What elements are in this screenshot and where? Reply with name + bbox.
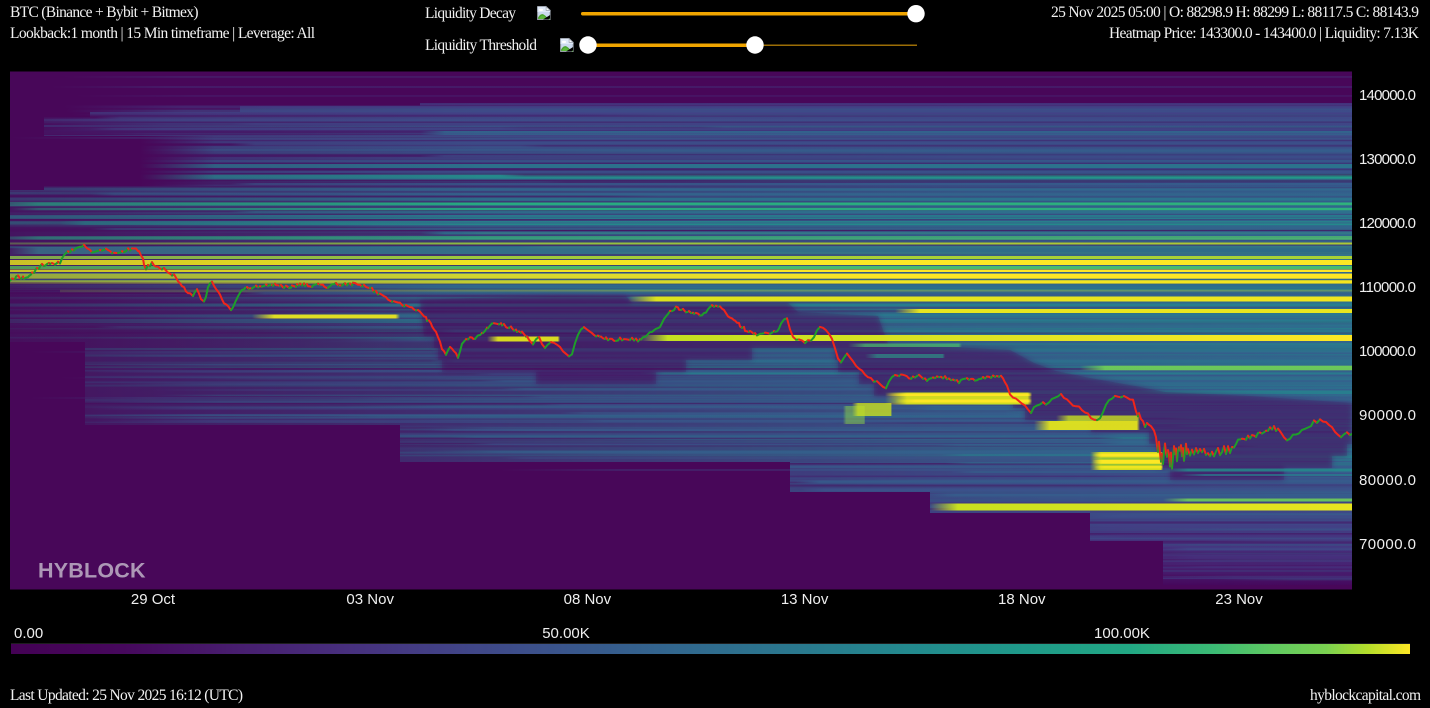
svg-text:23 Nov: 23 Nov (1215, 591, 1263, 608)
svg-text:18 Nov: 18 Nov (998, 591, 1046, 608)
svg-text:Lookback:1 month | 15 Min time: Lookback:1 month | 15 Min timeframe | Le… (10, 25, 315, 42)
svg-text:25 Nov 2025 05:00 | O: 88298.9: 25 Nov 2025 05:00 | O: 88298.9 H: 88299 … (1051, 4, 1419, 21)
svg-text:80000.0: 80000.0 (1359, 472, 1416, 489)
svg-text:100.00K: 100.00K (1094, 625, 1150, 642)
svg-text:130000.0: 130000.0 (1359, 151, 1416, 168)
svg-text:BTC (Binance + Bybit + Bitmex): BTC (Binance + Bybit + Bitmex) (10, 4, 199, 21)
svg-text:90000.0: 90000.0 (1359, 407, 1416, 424)
svg-text:0.00: 0.00 (14, 625, 43, 642)
svg-text:03 Nov: 03 Nov (346, 591, 394, 608)
svg-text:Last Updated: 25 Nov 2025 16:1: Last Updated: 25 Nov 2025 16:12 (UTC) (10, 687, 243, 704)
svg-text:100000.0: 100000.0 (1359, 343, 1416, 360)
svg-text:HYBLOCK: HYBLOCK (38, 559, 146, 583)
svg-text:110000.0: 110000.0 (1359, 279, 1416, 296)
svg-text:Liquidity Threshold: Liquidity Threshold (425, 37, 537, 54)
svg-text:29 Oct: 29 Oct (131, 591, 176, 608)
svg-text:120000.0: 120000.0 (1359, 215, 1416, 232)
svg-text:Liquidity Decay: Liquidity Decay (425, 5, 516, 22)
svg-text:13 Nov: 13 Nov (781, 591, 829, 608)
svg-text:70000.0: 70000.0 (1359, 536, 1416, 553)
svg-text:50.00K: 50.00K (542, 625, 590, 642)
svg-text:08 Nov: 08 Nov (564, 591, 612, 608)
svg-text:140000.0: 140000.0 (1359, 87, 1416, 104)
svg-text:Heatmap Price: 143300.0 - 1434: Heatmap Price: 143300.0 - 143400.0 | Liq… (1109, 25, 1420, 42)
svg-text:hyblockcapital.com: hyblockcapital.com (1310, 687, 1421, 704)
